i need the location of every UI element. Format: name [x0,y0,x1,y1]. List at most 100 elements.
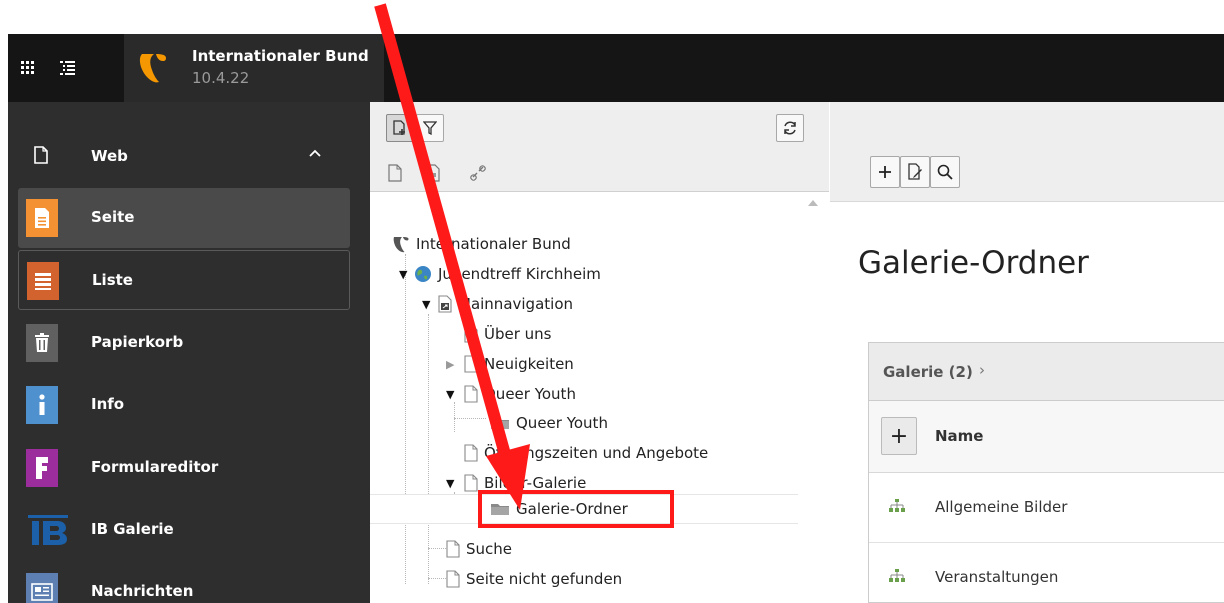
tree-node-seite-nicht-gefunden[interactable]: Seite nicht gefunden [446,564,622,594]
page-icon [464,444,478,462]
expand-toggle-icon[interactable]: ▼ [399,268,407,281]
top-bar: Internationaler Bund 10.4.22 [8,34,1224,102]
list-tree-icon[interactable] [48,34,88,102]
module-label: Formulareditor [91,458,219,476]
module-group-label: Web [91,147,128,165]
expand-toggle-icon[interactable]: ▼ [422,298,430,311]
tree-node-label: Suche [466,540,513,558]
folder-type-icon[interactable] [426,164,440,182]
tree-node-label: Neuigkeiten [484,355,574,373]
panel-title: Galerie (2) [883,363,973,381]
edit-page-icon[interactable] [900,156,930,188]
news-icon [26,573,58,603]
tree-node-suche[interactable]: Suche [446,534,512,564]
page-icon [464,474,478,492]
module-label: IB Galerie [91,520,174,538]
tree-node-label: Jugendtreff Kirchheim [438,265,601,283]
tree-node-label: Queer Youth [484,385,576,403]
site-name: Internationaler Bund [192,47,369,65]
tree-guide [454,402,455,432]
page-icon [464,385,478,403]
tree-node-label: Über uns [484,325,552,343]
tree-guide [454,418,486,419]
tree-node-neuigkeiten[interactable]: Neuigkeiten [464,349,574,379]
tree-guide [428,578,448,579]
tree-node-mainnavigation[interactable]: Mainnavigation [438,289,573,319]
globe-site-icon [415,266,431,282]
module-label: Nachrichten [91,582,194,600]
page-tree: Internationaler Bund ▼ Jugendtreff Kirch… [370,192,829,603]
plus-icon[interactable] [870,156,900,188]
module-ib-galerie[interactable]: IB Galerie [8,500,370,560]
module-liste[interactable]: Liste [18,250,350,310]
site-brand[interactable]: Internationaler Bund 10.4.22 [124,34,384,102]
typo3-version: 10.4.22 [192,69,250,87]
tree-guide [428,314,429,584]
module-group-web[interactable]: Web [8,126,370,184]
tree-node-oeffnungszeiten[interactable]: Öffnungszeiten und Angebote [464,438,708,468]
link-type-icon[interactable] [470,164,486,182]
page-icon [446,540,460,558]
page-icon [464,325,478,343]
scroll-up-arrow[interactable] [808,200,818,206]
tree-node-site[interactable]: Jugendtreff Kirchheim [414,259,601,289]
add-record-button[interactable]: + [881,417,917,455]
form-editor-icon [26,449,58,487]
folder-icon [491,418,509,429]
tree-guide [405,254,406,584]
tree-node-queer-youth[interactable]: Queer Youth [464,379,576,409]
typo3-logo-icon [393,237,409,253]
module-papierkorb[interactable]: Papierkorb [8,313,370,373]
tree-node-queer-youth-folder[interactable]: Queer Youth [490,408,608,438]
table-row[interactable]: Allgemeine Bilder [869,473,1224,543]
panel-header[interactable]: Galerie (2) › [869,343,1224,401]
tree-node-label: Internationaler Bund [416,235,571,253]
table-row[interactable]: Veranstaltungen [869,543,1224,603]
module-label: Papierkorb [91,333,184,351]
page-tree-toolbar [370,102,829,192]
page-type-icon[interactable] [388,164,402,182]
module-label: Info [91,395,125,413]
page-module-icon [26,199,58,237]
records-panel: Galerie (2) › + Name Allgemeine Bilder V… [868,342,1224,603]
collapse-toggle-icon[interactable]: ▶ [446,358,454,371]
expand-toggle-icon[interactable]: ▼ [446,477,454,490]
tree-node-ueber-uns[interactable]: Über uns [464,319,552,349]
list-module-icon [27,262,59,300]
sitemap-icon [889,569,905,582]
tree-node-root[interactable]: Internationaler Bund [392,229,571,259]
tree-node-label: Öffnungszeiten und Angebote [484,444,709,462]
module-formulareditor[interactable]: Formulareditor [8,438,370,498]
refresh-icon[interactable] [776,114,804,142]
record-label[interactable]: Veranstaltungen [935,568,1058,586]
app-grid-icon[interactable] [8,34,48,102]
column-name-header[interactable]: Name [935,427,983,445]
chevron-up-icon[interactable] [308,146,322,160]
record-label[interactable]: Allgemeine Bilder [935,498,1067,516]
search-icon[interactable] [930,156,960,188]
filter-icon[interactable] [416,114,444,142]
ib-logo-icon [28,511,68,549]
page-icon [446,570,460,588]
page-icon [464,355,478,373]
expand-toggle-icon[interactable]: ▼ [446,388,454,401]
module-menu: Web Seite Liste Papierkorb Info Formular… [8,102,370,603]
highlight-box [478,490,674,528]
tree-node-label: Seite nicht gefunden [466,570,623,588]
typo3-logo [139,54,166,83]
column-header-row: + Name [869,401,1224,473]
content-area: Galerie-Ordner Galerie (2) › + Name Allg… [830,102,1224,603]
page-tree-panel: Internationaler Bund ▼ Jugendtreff Kirch… [370,102,829,603]
tree-guide [428,548,448,549]
module-seite[interactable]: Seite [18,188,350,248]
module-label: Seite [91,208,135,226]
trash-icon [26,324,58,362]
module-info[interactable]: Info [8,375,370,435]
module-label: Liste [92,271,133,289]
new-page-icon[interactable] [386,114,414,142]
content-toolbar [830,102,1224,202]
info-icon [26,386,58,424]
module-nachrichten[interactable]: Nachrichten [8,562,370,603]
tree-node-label: Mainnavigation [458,295,573,313]
chevron-right-icon[interactable]: › [979,361,985,379]
